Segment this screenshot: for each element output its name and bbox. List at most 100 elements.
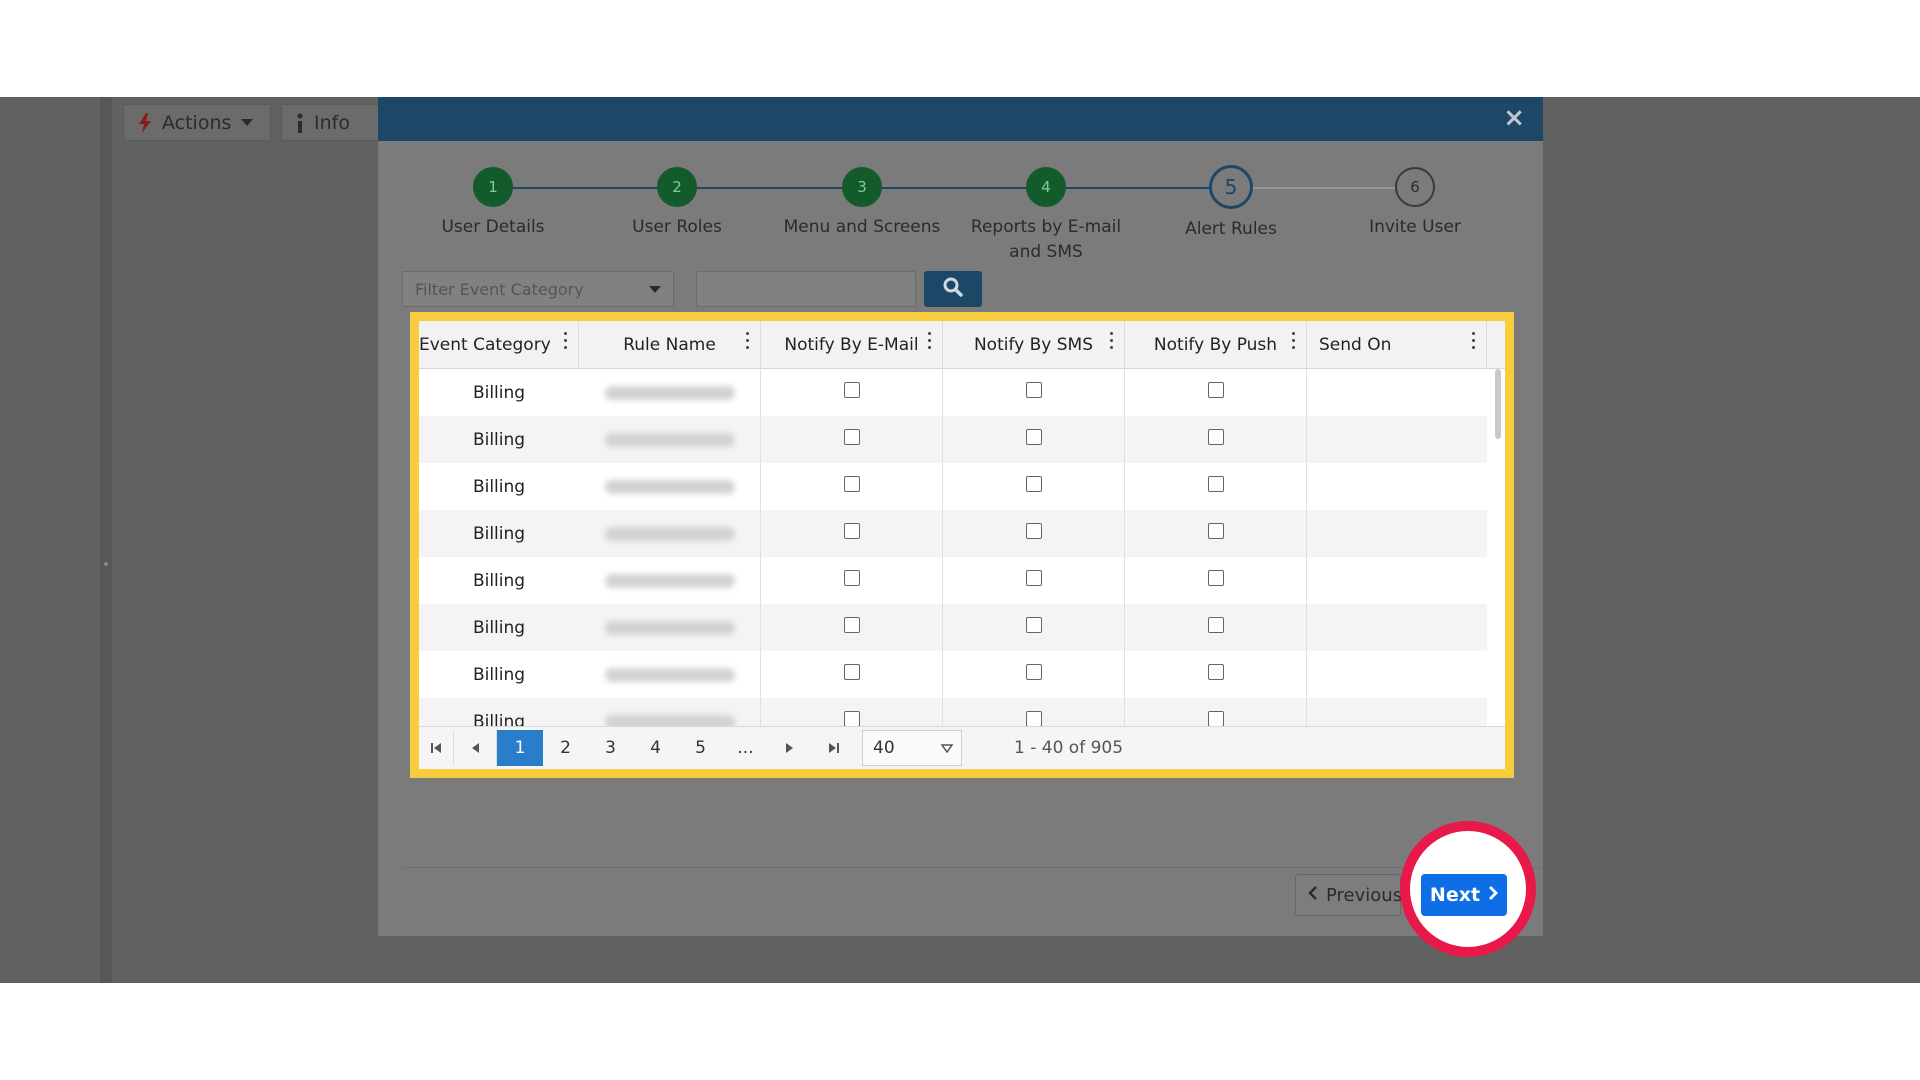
notify-email-cell — [761, 369, 943, 416]
notify-push-checkbox[interactable] — [1207, 663, 1224, 680]
page-size-select[interactable]: 40 — [862, 730, 962, 766]
previous-button[interactable]: Previous — [1295, 874, 1402, 916]
send-on-cell — [1307, 416, 1487, 463]
column-menu-icon[interactable] — [746, 332, 750, 350]
column-menu-icon[interactable] — [1292, 332, 1296, 350]
previous-page-icon[interactable] — [453, 730, 497, 766]
notify-sms-cell — [943, 463, 1125, 510]
notify-email-cell — [761, 463, 943, 510]
pager-info: 1 - 40 of 905 — [1014, 738, 1124, 758]
event-category-cell: Billing — [472, 382, 526, 403]
first-page-icon[interactable] — [419, 730, 453, 766]
send-on-cell — [1307, 369, 1487, 416]
notify-email-checkbox[interactable] — [843, 616, 860, 633]
table-row[interactable]: Billing — [419, 698, 1487, 726]
notify-sms-cell — [943, 557, 1125, 604]
notify-push-checkbox[interactable] — [1207, 428, 1224, 445]
next-page-icon[interactable] — [768, 730, 812, 766]
wizard-step-4[interactable]: 4 Reports by E-mail and SMS — [961, 167, 1131, 265]
notify-push-cell — [1125, 651, 1307, 698]
column-menu-icon[interactable] — [928, 332, 932, 350]
notify-sms-checkbox[interactable] — [1025, 663, 1042, 680]
wizard-step-1[interactable]: 1 User Details — [408, 167, 578, 240]
notify-email-cell — [761, 698, 943, 726]
collapse-handle[interactable] — [104, 562, 108, 566]
page-number[interactable]: 5 — [678, 730, 723, 766]
column-header[interactable]: Event Category — [419, 321, 579, 369]
notify-push-checkbox[interactable] — [1207, 381, 1224, 398]
chevron-down-icon — [940, 738, 954, 758]
notify-push-checkbox[interactable] — [1207, 522, 1224, 539]
column-header[interactable]: Send On — [1307, 321, 1487, 369]
vertical-scrollbar[interactable] — [1495, 369, 1501, 439]
notify-push-cell — [1125, 698, 1307, 726]
column-header[interactable]: Notify By SMS — [943, 321, 1125, 369]
page-number[interactable]: 4 — [633, 730, 678, 766]
bolt-icon — [138, 112, 152, 133]
column-header-label: Notify By SMS — [973, 335, 1094, 355]
wizard-step-6[interactable]: 6 Invite User — [1330, 167, 1500, 240]
notify-sms-cell — [943, 369, 1125, 416]
event-category-filter[interactable]: Filter Event Category — [402, 271, 674, 307]
pager-more[interactable]: ... — [723, 730, 768, 766]
notify-email-checkbox[interactable] — [843, 663, 860, 680]
alert-rules-grid: Event Category Rule Name Notify By E-Mail N… — [419, 321, 1505, 769]
search-input[interactable] — [696, 271, 916, 307]
notify-email-checkbox[interactable] — [843, 475, 860, 492]
wizard-step-5[interactable]: 5 Alert Rules — [1146, 165, 1316, 242]
column-header-label: Notify By Push — [1153, 335, 1278, 355]
highlight-box: Event Category Rule Name Notify By E-Mail N… — [410, 312, 1514, 778]
column-header-label: Send On — [1319, 335, 1392, 355]
notify-push-checkbox[interactable] — [1207, 569, 1224, 586]
rule-name-cell — [579, 557, 761, 604]
column-menu-icon[interactable] — [564, 332, 568, 350]
table-row[interactable]: Billing — [419, 651, 1487, 698]
wizard-step-2[interactable]: 2 User Roles — [592, 167, 762, 240]
column-menu-icon[interactable] — [1110, 332, 1114, 350]
page-number[interactable]: 2 — [543, 730, 588, 766]
actions-button[interactable]: Actions — [123, 104, 271, 141]
wizard-step-3[interactable]: 3 Menu and Screens — [777, 167, 947, 240]
notify-sms-checkbox[interactable] — [1025, 616, 1042, 633]
table-row[interactable]: Billing — [419, 510, 1487, 557]
table-row[interactable]: Billing — [419, 604, 1487, 651]
column-header[interactable]: Rule Name — [579, 321, 761, 369]
column-menu-icon[interactable] — [1472, 332, 1476, 350]
column-header[interactable]: Notify By E-Mail — [761, 321, 943, 369]
notify-sms-checkbox[interactable] — [1025, 522, 1042, 539]
notify-push-checkbox[interactable] — [1207, 710, 1224, 726]
table-row[interactable]: Billing — [419, 557, 1487, 604]
grid-pager: 1 2 3 4 5... 40 1 - 40 of 905 — [419, 726, 1505, 769]
notify-email-cell — [761, 510, 943, 557]
notify-email-checkbox[interactable] — [843, 569, 860, 586]
rule-name-cell — [579, 698, 761, 726]
notify-email-checkbox[interactable] — [843, 381, 860, 398]
info-button[interactable]: Info — [281, 104, 381, 141]
notify-email-checkbox[interactable] — [843, 522, 860, 539]
column-header[interactable]: Notify By Push — [1125, 321, 1307, 369]
close-icon[interactable]: × — [1503, 103, 1525, 133]
notify-sms-checkbox[interactable] — [1025, 569, 1042, 586]
page-number[interactable]: 1 — [497, 730, 543, 766]
next-label: Next — [1429, 884, 1481, 906]
notify-email-checkbox[interactable] — [843, 710, 860, 726]
notify-push-checkbox[interactable] — [1207, 616, 1224, 633]
search-button[interactable] — [924, 271, 982, 307]
table-row[interactable]: Billing — [419, 463, 1487, 510]
table-row[interactable]: Billing — [419, 416, 1487, 463]
info-label: Info — [314, 111, 350, 134]
page-number[interactable]: 3 — [588, 730, 633, 766]
notify-sms-checkbox[interactable] — [1025, 475, 1042, 492]
next-button[interactable]: Next — [1421, 874, 1507, 916]
last-page-icon[interactable] — [812, 730, 856, 766]
notify-sms-checkbox[interactable] — [1025, 428, 1042, 445]
step-number-2: 2 — [657, 167, 697, 207]
step-number-6: 6 — [1395, 167, 1435, 207]
footer-divider — [402, 867, 1542, 868]
event-category-cell: Billing — [472, 429, 526, 450]
notify-email-checkbox[interactable] — [843, 428, 860, 445]
notify-sms-checkbox[interactable] — [1025, 381, 1042, 398]
notify-push-checkbox[interactable] — [1207, 475, 1224, 492]
table-row[interactable]: Billing — [419, 369, 1487, 416]
notify-sms-checkbox[interactable] — [1025, 710, 1042, 726]
